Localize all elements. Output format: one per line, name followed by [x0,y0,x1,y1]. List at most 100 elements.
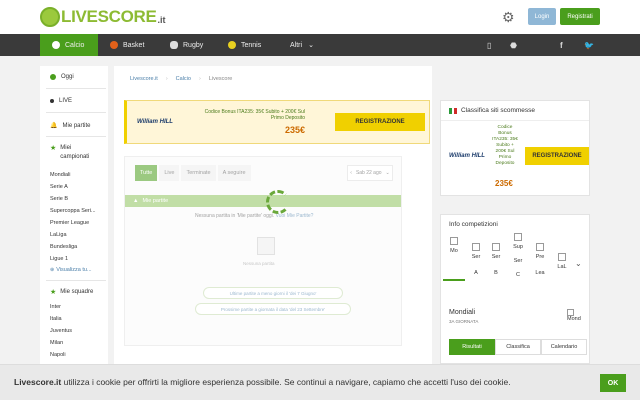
sidebar-link-squadra[interactable]: Napoli [50,352,66,358]
bonus-banner: William HILL Codice Bonus ITA235: 35€ Su… [124,100,430,144]
tab-classifica[interactable]: Classifica [495,339,541,355]
competition-tab-serie-a[interactable]: Ser A [465,243,487,295]
tab-a-seguire[interactable]: A seguire [217,165,251,181]
sidebar-item-mie-partite[interactable]: 🔔 Mie partite [50,122,91,130]
previous-matches-link[interactable]: Ultime partite a meno giorni il 'dei 7 G… [203,287,343,299]
cookie-text: Livescore.it utilizza i cookie per offri… [14,377,511,387]
william-hill-logo[interactable]: William HILL [137,119,173,125]
nav-label: Rugby [183,41,204,49]
star-icon: ★ [50,145,57,152]
sidebar-link-campionato[interactable]: Premier League [50,220,89,226]
nav-item-altri[interactable]: Altri ⌄ [290,34,314,56]
register-button[interactable]: Registrati [560,8,600,25]
chevron-right-icon: › [165,76,168,82]
competition-tab-premier[interactable]: Pre Lea [529,243,551,295]
giornata-label: 3A GIORNATA [449,319,479,324]
tab-terminate[interactable]: Terminate [181,165,216,181]
facebook-icon[interactable]: f [560,34,563,56]
twitter-icon[interactable]: 🐦 [584,34,594,56]
logo-tld: .it [157,15,166,25]
nav-item-calcio[interactable]: Calcio [40,34,98,56]
no-matches-text: Nessuna partita in 'Mie partite' oggi. V… [195,213,313,219]
chevron-left-icon[interactable]: ‹ [350,170,352,176]
competition-short: LaL [557,264,567,270]
competition-logo-icon [450,237,458,245]
plus-icon: ⊕ [50,267,55,273]
competition-logo-icon [536,243,544,251]
william-hill-logo[interactable]: William HILL [449,153,485,159]
card-registrazione-button[interactable]: REGISTRAZIONE [525,147,589,165]
chevron-down-icon: ⌄ [385,170,390,176]
competition-tab-mondiali[interactable]: Mo [443,237,465,281]
sidebar-section-label: Mie squadre [60,289,94,295]
sidebar-link-campionato[interactable]: Supercoppa Seri... [50,208,96,214]
tennis-ball-icon [228,41,236,49]
competition-tabs: Risultati Classifica Calendario [449,339,587,355]
sidebar-section-miei-campionati[interactable]: ★ Miei campionati [50,144,100,162]
nav-item-rugby[interactable]: Rugby [170,34,203,56]
sidebar-link-campionato[interactable]: Bundesliga [50,244,77,250]
competition-tab-serie-b[interactable]: Ser B [485,243,507,295]
calendar-icon [257,237,275,255]
gear-icon[interactable]: ⚙ [502,10,516,24]
bonus-text: Codice Bonus ITA235: 35€ Subito + 200€ S… [204,109,305,121]
tab-risultati[interactable]: Risultati [449,339,495,355]
sidebar-link-campionato[interactable]: LaLiga [50,232,67,238]
chevron-right-icon: › [198,76,201,82]
competition-name: Mondiali [449,309,476,316]
registrazione-button[interactable]: REGISTRAZIONE [335,113,425,131]
main-content: Livescore.it › Calcio › Livescore Willia… [114,66,432,366]
cookie-ok-button[interactable]: OK [600,374,626,392]
sidebar-item-label: Mie partite [62,122,91,129]
live-dot-icon [50,99,54,103]
competition-tab-laliga[interactable]: LaL [551,253,573,305]
competition-logo-icon [492,243,500,251]
tab-calendario[interactable]: Calendario [541,339,587,355]
competition-alt: Ser [513,258,523,264]
date-selector[interactable]: ‹ Sab 22 ago ⌄ [347,165,393,181]
classifica-title: Classifica siti scommesse [441,101,589,121]
chevron-down-icon[interactable]: ⌄ [575,259,582,268]
sidebar-section-mie-squadre[interactable]: ★ Mie squadre [50,288,93,296]
breadcrumb-link[interactable]: Livescore.it [130,76,158,82]
android-icon[interactable]: ⬣ [510,34,517,56]
sidebar-item-live[interactable]: LIVE [50,98,72,104]
info-title: Info competizioni [441,215,589,234]
sidebar-link-campionato[interactable]: Serie B [50,196,68,202]
date-label: Sab 22 ago [355,170,382,176]
competition-short: Pre [535,254,545,260]
site-logo[interactable]: LIVESCORE .it [40,6,166,28]
next-matches-link[interactable]: Prossime partite a giornata il data 'del… [195,303,351,315]
competition-short: Ser [491,254,501,260]
breadcrumb-link[interactable]: Calcio [176,76,191,82]
sidebar-link-squadra[interactable]: Juventus [50,328,72,334]
sidebar-link-squadra[interactable]: Italia [50,316,62,322]
bell-icon: 🔔 [50,123,58,129]
mobile-icon[interactable]: ▯ [487,34,491,56]
basketball-icon [110,41,118,49]
sidebar-link-campionato[interactable]: Serie A [50,184,68,190]
sidebar-item-oggi[interactable]: Oggi [50,74,74,80]
mie-partite-link[interactable]: Vuoi Mie Partite? [276,213,314,219]
login-button[interactable]: Login [528,8,556,25]
competition-logo-label: Mond [567,316,581,322]
sidebar-link-campionato[interactable]: Ligue 1 [50,256,68,262]
visualizza-tutti-link[interactable]: ⊕ Visualizza tu... [50,267,92,273]
mie-partite-bar-label: Mie partite [142,198,169,204]
nav-item-basket[interactable]: Basket [110,34,144,56]
competition-logo-alt: Mond [567,309,581,322]
divider [46,280,106,281]
sidebar-link-squadra[interactable]: Milan [50,340,63,346]
competition-tab-supercoppa[interactable]: Sup Ser C [507,233,529,299]
tab-live[interactable]: Live [159,165,180,181]
italy-flag-icon [449,107,458,114]
card-bonus-amount: 235€ [495,179,513,188]
sidebar-link-campionato[interactable]: Mondiali [50,172,70,178]
nav-item-tennis[interactable]: Tennis [228,34,261,56]
sidebar-link-squadra[interactable]: Inter [50,304,61,310]
card-bonus-text: Codice Bonus ITA235: 35€ Subito + 200€ S… [492,125,518,166]
top-bar: LIVESCORE .it ⚙ Login Registrati [0,0,640,34]
divider [46,112,106,113]
nav-label: Tennis [241,41,262,49]
tab-tutte[interactable]: Tutte [135,165,158,181]
